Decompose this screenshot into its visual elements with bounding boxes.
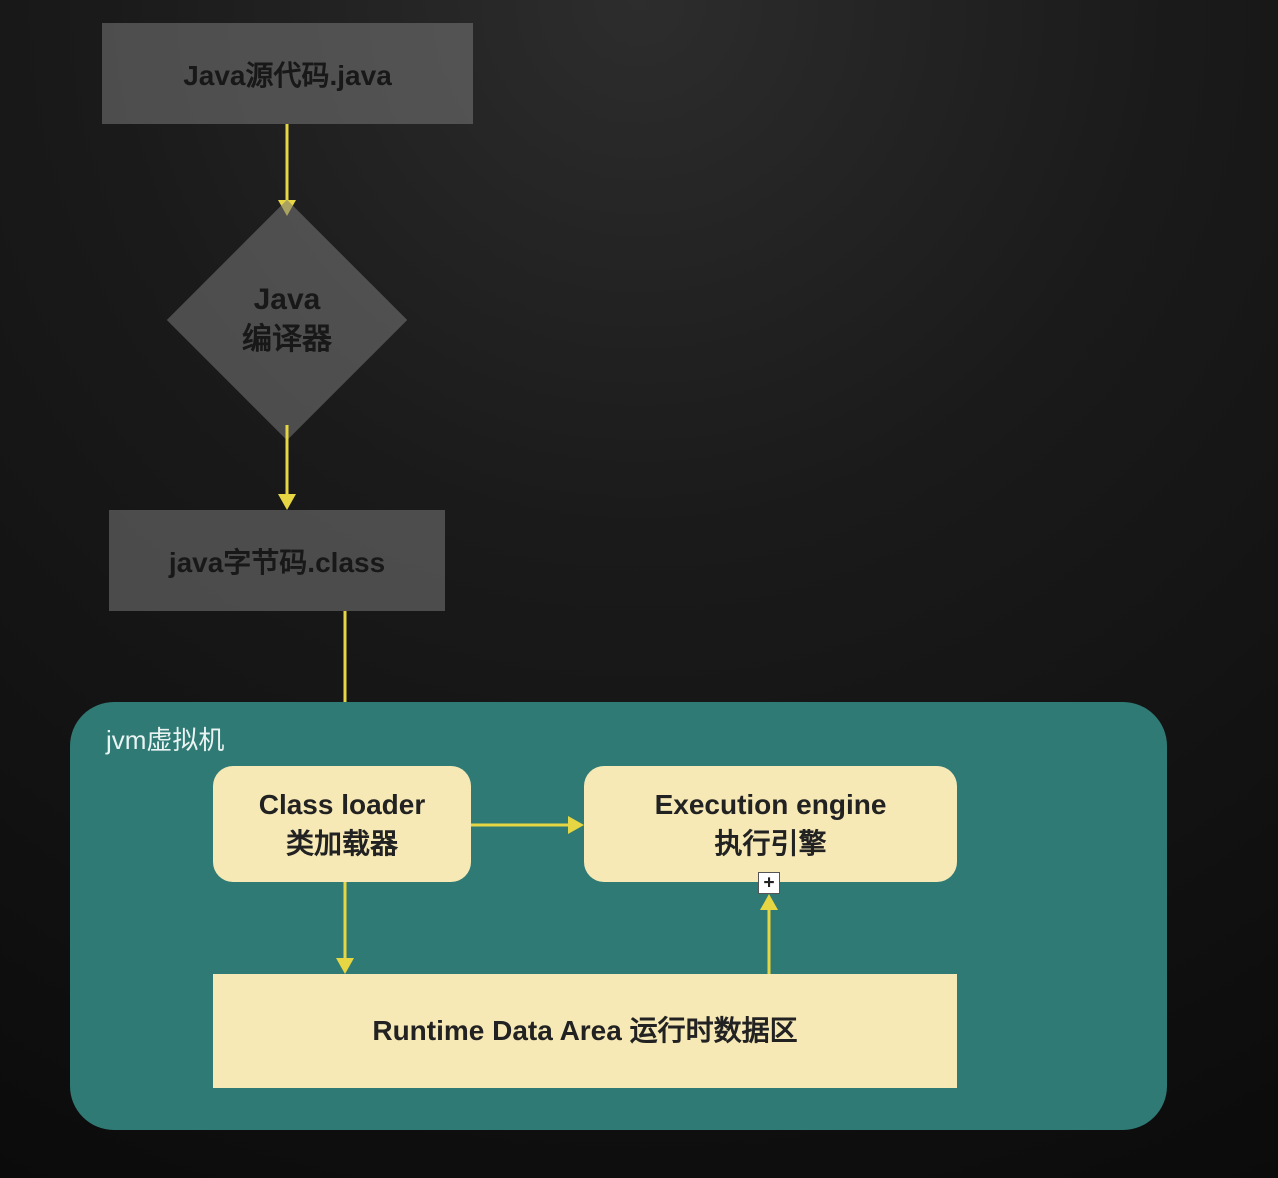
node-execution-engine: Execution engine 执行引擎: [584, 766, 957, 882]
node-execution-engine-label-1: Execution engine: [655, 785, 887, 824]
diagram-canvas: Java源代码.java Java 编译器 java字节码.class jvm虚…: [0, 0, 1278, 1178]
node-compiler-label-1: Java: [254, 280, 321, 321]
node-class-loader: Class loader 类加载器: [213, 766, 471, 882]
node-java-source: Java源代码.java: [102, 23, 473, 124]
node-bytecode: java字节码.class: [109, 510, 445, 611]
node-execution-engine-label-2: 执行引擎: [714, 824, 826, 863]
node-bytecode-label: java字节码.class: [169, 541, 385, 581]
node-java-source-label: Java源代码.java: [183, 54, 392, 94]
node-compiler-label-2: 编译器: [242, 320, 332, 361]
jvm-title: jvm虚拟机: [106, 720, 224, 757]
node-runtime-data-area: Runtime Data Area 运行时数据区: [213, 974, 957, 1088]
node-compiler: Java 编译器: [167, 200, 407, 440]
expand-icon-label: +: [764, 874, 775, 892]
node-runtime-data-area-label: Runtime Data Area 运行时数据区: [372, 1011, 797, 1050]
node-class-loader-label-2: 类加载器: [286, 824, 398, 863]
node-class-loader-label-1: Class loader: [259, 785, 426, 824]
expand-icon[interactable]: +: [758, 872, 780, 894]
